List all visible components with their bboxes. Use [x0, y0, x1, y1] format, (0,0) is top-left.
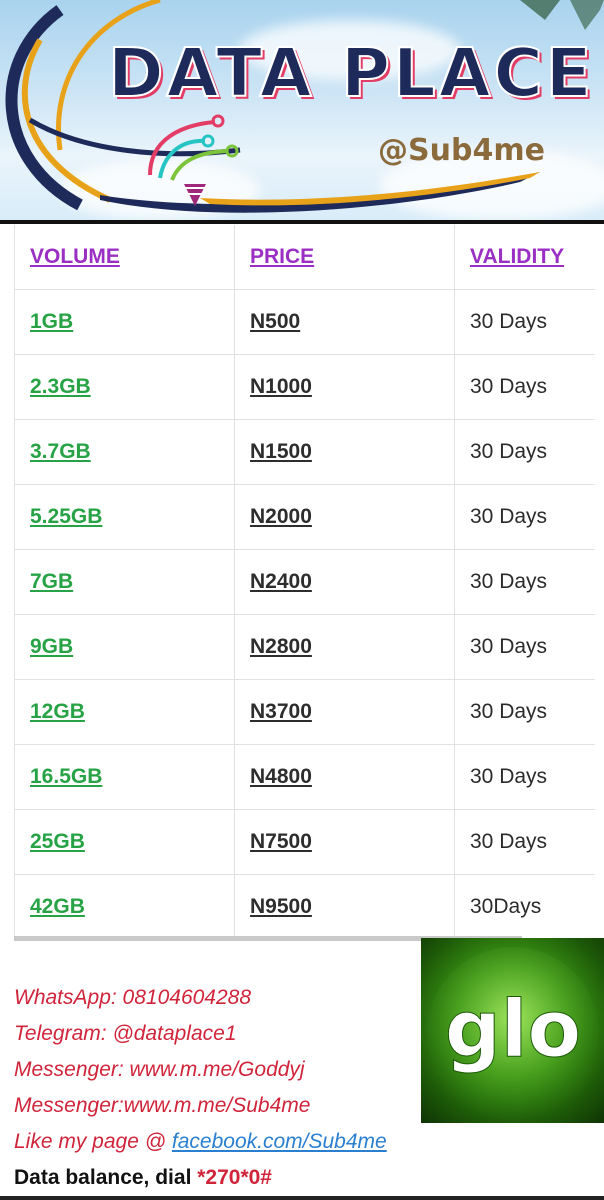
- volume-link[interactable]: 3.7GB: [30, 440, 91, 463]
- validity-text: 30 Days: [470, 310, 548, 333]
- banner-title: DATA PLACE: [107, 34, 595, 112]
- header-price[interactable]: PRICE: [234, 225, 455, 290]
- bottom-divider: [0, 1196, 604, 1200]
- price-link[interactable]: N2800: [250, 635, 312, 658]
- price-link[interactable]: N2000: [250, 505, 312, 528]
- volume-link[interactable]: 1GB: [30, 310, 73, 333]
- table-row: 2.3GB N1000 30 Days: [14, 354, 595, 420]
- validity-text: 30 Days: [470, 765, 548, 788]
- price-link[interactable]: N500: [250, 310, 300, 333]
- table-row: 3.7GB N1500 30 Days: [14, 419, 595, 485]
- validity-text: 30 Days: [470, 635, 548, 658]
- glo-logo-text: glo: [445, 985, 581, 1075]
- validity-text: 30 Days: [470, 570, 548, 593]
- header-validity[interactable]: VALIDITY: [454, 225, 595, 290]
- price-link[interactable]: N1500: [250, 440, 312, 463]
- header-volume[interactable]: VOLUME: [14, 225, 235, 290]
- volume-link[interactable]: 5.25GB: [30, 505, 102, 528]
- table-row: 42GB N9500 30Days: [14, 874, 595, 940]
- volume-link[interactable]: 42GB: [30, 895, 85, 918]
- volume-link[interactable]: 2.3GB: [30, 375, 91, 398]
- validity-text: 30 Days: [470, 505, 548, 528]
- table-row: 12GB N3700 30 Days: [14, 679, 595, 745]
- contact-info: WhatsApp: 08104604288 Telegram: @datapla…: [14, 980, 387, 1196]
- volume-link[interactable]: 16.5GB: [30, 765, 102, 788]
- validity-text: 30 Days: [470, 830, 548, 853]
- whatsapp-text: WhatsApp: 08104604288: [14, 986, 252, 1009]
- data-balance-line: Data balance, dial *270*0#: [14, 1160, 387, 1196]
- price-table: VOLUME PRICE VALIDITY 1GB N500 30 Days 2…: [14, 225, 595, 940]
- ussd-code: *270*0#: [197, 1166, 272, 1189]
- price-link[interactable]: N7500: [250, 830, 312, 853]
- volume-link[interactable]: 9GB: [30, 635, 73, 658]
- price-link[interactable]: N1000: [250, 375, 312, 398]
- validity-text: 30 Days: [470, 375, 548, 398]
- like-page-line: Like my page @ facebook.com/Sub4me: [14, 1124, 387, 1160]
- price-link[interactable]: N3700: [250, 700, 312, 723]
- banner: DATA PLACE @Sub4me: [0, 0, 604, 222]
- price-link[interactable]: N9500: [250, 895, 312, 918]
- volume-link[interactable]: 25GB: [30, 830, 85, 853]
- validity-text: 30Days: [470, 895, 542, 918]
- facebook-link[interactable]: facebook.com/Sub4me: [172, 1130, 387, 1153]
- validity-text: 30 Days: [470, 700, 548, 723]
- validity-text: 30 Days: [470, 440, 548, 463]
- messenger-text-1: Messenger: www.m.me/Goddyj: [14, 1058, 305, 1081]
- volume-link[interactable]: 7GB: [30, 570, 73, 593]
- glo-logo: glo: [421, 938, 604, 1123]
- table-row: 25GB N7500 30 Days: [14, 809, 595, 875]
- volume-link[interactable]: 12GB: [30, 700, 85, 723]
- telegram-text: Telegram: @dataplace1: [14, 1022, 237, 1045]
- facebook-link-text[interactable]: facebook.com/Sub4me: [172, 1130, 387, 1153]
- price-link[interactable]: N2400: [250, 570, 312, 593]
- table-header-row: VOLUME PRICE VALIDITY: [14, 225, 595, 290]
- banner-handle: @Sub4me: [378, 133, 545, 168]
- table-row: 5.25GB N2000 30 Days: [14, 484, 595, 550]
- glo-logo-icon: glo: [427, 947, 599, 1119]
- balance-prefix: Data balance, dial: [14, 1166, 198, 1189]
- like-page-prefix: Like my page @: [14, 1130, 172, 1153]
- table-row: 9GB N2800 30 Days: [14, 614, 595, 680]
- table-row: 16.5GB N4800 30 Days: [14, 744, 595, 810]
- messenger-text-2: Messenger:www.m.me/Sub4me: [14, 1094, 311, 1117]
- table-row: 7GB N2400 30 Days: [14, 549, 595, 615]
- table-row: 1GB N500 30 Days: [14, 289, 595, 355]
- price-link[interactable]: N4800: [250, 765, 312, 788]
- divider: [0, 220, 604, 224]
